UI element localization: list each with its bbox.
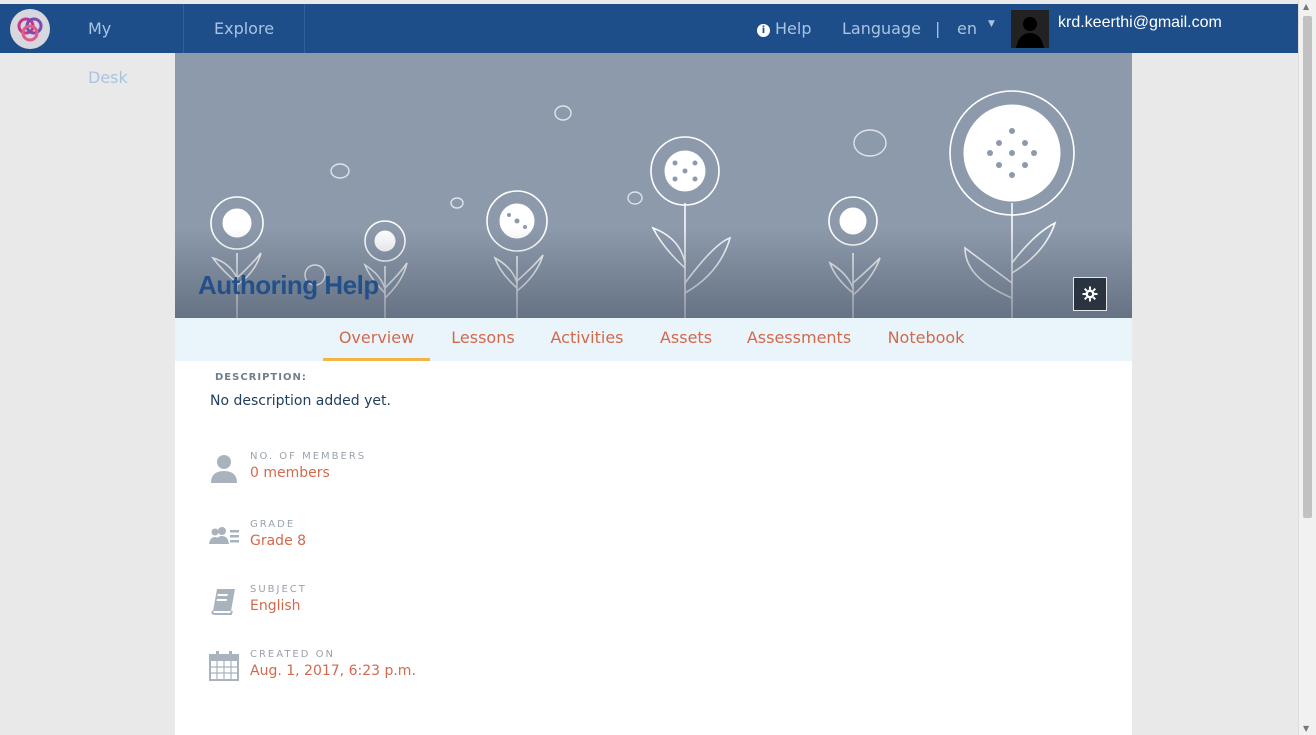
members-label: NO. OF MEMBERS	[250, 451, 367, 462]
calendar-icon	[208, 649, 240, 683]
scroll-up-icon[interactable]: ▲	[1303, 2, 1309, 11]
group-banner: Authoring Help	[175, 53, 1132, 318]
logo-icon	[17, 17, 43, 42]
group-page: Authoring Help Overview Lessons Activiti…	[175, 53, 1132, 735]
group-icon	[208, 519, 240, 553]
chevron-down-icon[interactable]: ▼	[988, 0, 995, 49]
nav-explore[interactable]: Explore	[184, 4, 305, 53]
group-title: Authoring Help	[198, 270, 379, 300]
tab-assets[interactable]: Assets	[653, 318, 719, 361]
help-link[interactable]: i Help	[757, 4, 811, 53]
tab-assessments[interactable]: Assessments	[742, 318, 856, 361]
settings-button[interactable]	[1073, 277, 1107, 311]
person-icon	[208, 451, 240, 485]
members-value: 0 members	[250, 465, 330, 481]
user-email[interactable]: krd.keerthi@gmail.com	[1058, 0, 1222, 47]
subject-label: SUBJECT	[250, 584, 307, 595]
user-silhouette-icon	[1011, 10, 1049, 48]
tab-activities[interactable]: Activities	[545, 318, 629, 361]
created-label: CREATED ON	[250, 649, 335, 660]
tab-lessons[interactable]: Lessons	[443, 318, 523, 361]
description-text: No description added yet.	[210, 393, 391, 409]
language-separator: |	[935, 19, 941, 38]
app-logo[interactable]	[10, 9, 50, 49]
info-icon: i	[757, 24, 770, 37]
scroll-down-icon[interactable]: ▼	[1303, 724, 1309, 733]
help-label: Help	[775, 19, 812, 38]
page-scrollbar[interactable]: ▲ ▼	[1298, 0, 1316, 735]
description-label: DESCRIPTION:	[215, 372, 307, 383]
language-label: Language	[842, 19, 921, 38]
created-value: Aug. 1, 2017, 6:23 p.m.	[250, 663, 416, 679]
tab-overview[interactable]: Overview	[323, 318, 430, 361]
group-tabs: Overview Lessons Activities Assets Asses…	[175, 318, 1132, 361]
subject-value: English	[250, 598, 301, 614]
top-navigation: My Desk Explore i Help Language | en ▼ kr…	[0, 4, 1299, 87]
language-select[interactable]: en	[957, 4, 977, 53]
grade-label: GRADE	[250, 519, 296, 530]
avatar[interactable]	[1011, 10, 1049, 48]
book-icon	[208, 584, 240, 618]
tab-notebook[interactable]: Notebook	[881, 318, 971, 361]
nav-my-desk[interactable]: My Desk	[58, 4, 184, 87]
grade-value: Grade 8	[250, 533, 307, 549]
scroll-thumb[interactable]	[1303, 16, 1312, 518]
gear-icon	[1082, 286, 1098, 302]
